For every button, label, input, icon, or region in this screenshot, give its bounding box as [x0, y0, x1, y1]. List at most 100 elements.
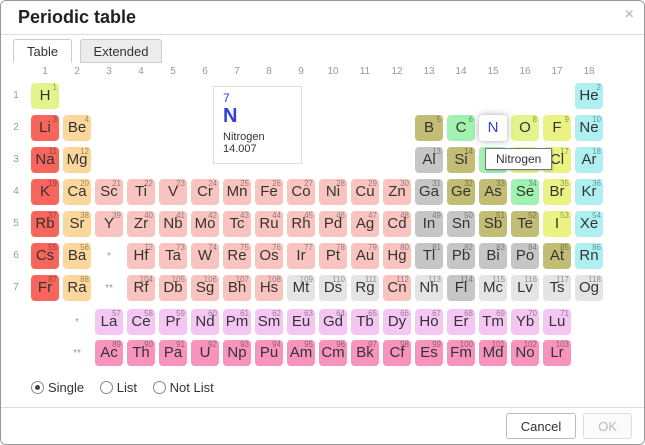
- element-cell-O[interactable]: 8O: [511, 115, 539, 141]
- element-cell-H[interactable]: 1H: [31, 83, 59, 109]
- element-cell-Sc[interactable]: 21Sc: [95, 179, 123, 205]
- element-cell-F[interactable]: 9F: [543, 115, 571, 141]
- element-cell-Sm[interactable]: 62Sm: [255, 309, 283, 335]
- element-cell-Ag[interactable]: 47Ag: [351, 211, 379, 237]
- element-cell-Ni[interactable]: 28Ni: [319, 179, 347, 205]
- element-cell-Re[interactable]: 75Re: [223, 243, 251, 269]
- element-cell-Ta[interactable]: 73Ta: [159, 243, 187, 269]
- element-cell-Np[interactable]: 93Np: [223, 340, 251, 366]
- element-cell-Ds[interactable]: 110Ds: [319, 275, 347, 301]
- element-cell-Au[interactable]: 79Au: [351, 243, 379, 269]
- element-cell-Ts[interactable]: 117Ts: [543, 275, 571, 301]
- element-cell-Ne[interactable]: 10Ne: [575, 115, 603, 141]
- element-cell-Tm[interactable]: 69Tm: [479, 309, 507, 335]
- radio-list-circle[interactable]: [100, 381, 113, 394]
- radio-not-list-circle[interactable]: [153, 381, 166, 394]
- cancel-button[interactable]: Cancel: [506, 413, 576, 439]
- element-cell-Mt[interactable]: 109Mt: [287, 275, 315, 301]
- element-cell-I[interactable]: 53I: [543, 211, 571, 237]
- element-cell-Nh[interactable]: 113Nh: [415, 275, 443, 301]
- element-cell-K[interactable]: 19K: [31, 179, 59, 205]
- element-cell-Db[interactable]: 105Db: [159, 275, 187, 301]
- element-cell-Yb[interactable]: 70Yb: [511, 309, 539, 335]
- element-cell-Es[interactable]: 99Es: [415, 340, 443, 366]
- element-cell-Sb[interactable]: 51Sb: [479, 211, 507, 237]
- element-cell-V[interactable]: 23V: [159, 179, 187, 205]
- element-cell-Th[interactable]: 90Th: [127, 340, 155, 366]
- element-cell-Bi[interactable]: 83Bi: [479, 243, 507, 269]
- element-cell-Rn[interactable]: 86Rn: [575, 243, 603, 269]
- element-cell-Bk[interactable]: 97Bk: [351, 340, 379, 366]
- element-cell-Cs[interactable]: 55Cs: [31, 243, 59, 269]
- element-cell-Cu[interactable]: 29Cu: [351, 179, 379, 205]
- element-cell-Md[interactable]: 101Md: [479, 340, 507, 366]
- element-cell-Ca[interactable]: 20Ca: [63, 179, 91, 205]
- element-cell-Er[interactable]: 68Er: [447, 309, 475, 335]
- element-cell-La[interactable]: 57La: [95, 309, 123, 335]
- element-cell-Sn[interactable]: 50Sn: [447, 211, 475, 237]
- element-cell-Dy[interactable]: 66Dy: [383, 309, 411, 335]
- element-cell-Ga[interactable]: 31Ga: [415, 179, 443, 205]
- element-cell-W[interactable]: 74W: [191, 243, 219, 269]
- element-cell-Pr[interactable]: 59Pr: [159, 309, 187, 335]
- element-cell-Gd[interactable]: 64Gd: [319, 309, 347, 335]
- element-cell-Lu[interactable]: 71Lu: [543, 309, 571, 335]
- radio-single-circle[interactable]: [31, 381, 44, 394]
- element-cell-Tc[interactable]: 43Tc: [223, 211, 251, 237]
- element-cell-Eu[interactable]: 63Eu: [287, 309, 315, 335]
- element-cell-Lv[interactable]: 116Lv: [511, 275, 539, 301]
- element-cell-Tl[interactable]: 81Tl: [415, 243, 443, 269]
- element-cell-As[interactable]: 33As: [479, 179, 507, 205]
- radio-single[interactable]: Single: [31, 380, 84, 395]
- element-cell-Nd[interactable]: 60Nd: [191, 309, 219, 335]
- element-cell-Nb[interactable]: 41Nb: [159, 211, 187, 237]
- element-cell-Ac[interactable]: 89Ac: [95, 340, 123, 366]
- element-cell-Zn[interactable]: 30Zn: [383, 179, 411, 205]
- element-cell-Ir[interactable]: 77Ir: [287, 243, 315, 269]
- element-cell-Rh[interactable]: 45Rh: [287, 211, 315, 237]
- element-cell-Ru[interactable]: 44Ru: [255, 211, 283, 237]
- element-cell-Rb[interactable]: 37Rb: [31, 211, 59, 237]
- element-cell-Al[interactable]: 13Al: [415, 147, 443, 173]
- element-cell-Hs[interactable]: 108Hs: [255, 275, 283, 301]
- element-cell-Cm[interactable]: 96Cm: [319, 340, 347, 366]
- element-cell-Cf[interactable]: 98Cf: [383, 340, 411, 366]
- element-cell-Fe[interactable]: 26Fe: [255, 179, 283, 205]
- radio-not-list[interactable]: Not List: [153, 380, 214, 395]
- element-cell-Cn[interactable]: 112Cn: [383, 275, 411, 301]
- element-cell-Li[interactable]: 3Li: [31, 115, 59, 141]
- element-cell-Te[interactable]: 52Te: [511, 211, 539, 237]
- element-cell-Mg[interactable]: 12Mg: [63, 147, 91, 173]
- element-cell-C[interactable]: 6C: [447, 115, 475, 141]
- element-cell-Pd[interactable]: 46Pd: [319, 211, 347, 237]
- element-cell-Fr[interactable]: 87Fr: [31, 275, 59, 301]
- element-cell-Ra[interactable]: 88Ra: [63, 275, 91, 301]
- element-cell-U[interactable]: 92U: [191, 340, 219, 366]
- element-cell-Co[interactable]: 27Co: [287, 179, 315, 205]
- element-cell-N[interactable]: N: [479, 115, 507, 141]
- element-cell-Mn[interactable]: 25Mn: [223, 179, 251, 205]
- element-cell-Ar[interactable]: 18Ar: [575, 147, 603, 173]
- element-cell-Be[interactable]: 4Be: [63, 115, 91, 141]
- element-cell-Rg[interactable]: 111Rg: [351, 275, 379, 301]
- element-cell-Ho[interactable]: 67Ho: [415, 309, 443, 335]
- element-cell-Zr[interactable]: 40Zr: [127, 211, 155, 237]
- element-cell-At[interactable]: 85At: [543, 243, 571, 269]
- element-cell-Pb[interactable]: 82Pb: [447, 243, 475, 269]
- element-cell-In[interactable]: 49In: [415, 211, 443, 237]
- element-cell-Cd[interactable]: 48Cd: [383, 211, 411, 237]
- radio-list[interactable]: List: [100, 380, 137, 395]
- element-cell-Hg[interactable]: 80Hg: [383, 243, 411, 269]
- element-cell-Si[interactable]: 14Si: [447, 147, 475, 173]
- element-cell-Pm[interactable]: 61Pm: [223, 309, 251, 335]
- element-cell-Ti[interactable]: 22Ti: [127, 179, 155, 205]
- element-cell-Hf[interactable]: 72Hf: [127, 243, 155, 269]
- element-cell-Sr[interactable]: 38Sr: [63, 211, 91, 237]
- element-cell-Xe[interactable]: 54Xe: [575, 211, 603, 237]
- element-cell-Ge[interactable]: 32Ge: [447, 179, 475, 205]
- element-cell-Y[interactable]: 39Y: [95, 211, 123, 237]
- element-cell-Na[interactable]: 11Na: [31, 147, 59, 173]
- element-cell-Os[interactable]: 76Os: [255, 243, 283, 269]
- element-cell-Mo[interactable]: 42Mo: [191, 211, 219, 237]
- element-cell-Po[interactable]: 84Po: [511, 243, 539, 269]
